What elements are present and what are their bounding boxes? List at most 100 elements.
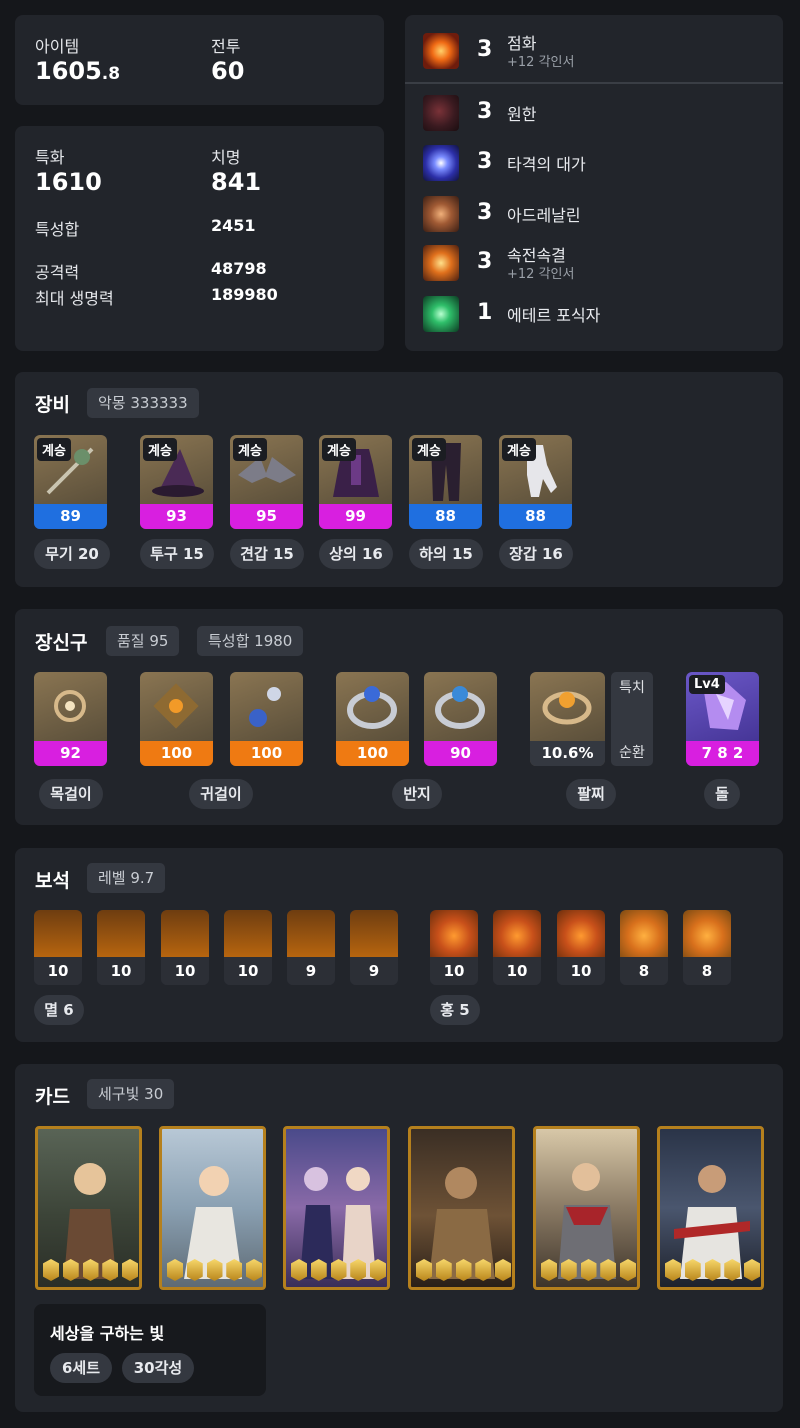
engraving-row: 3 아드레날린 xyxy=(405,192,783,236)
quality-bar: 92 xyxy=(34,741,107,766)
earring-icon xyxy=(230,672,303,741)
accessory-label-earring: 귀걸이 xyxy=(189,779,253,809)
quality-bar: 100 xyxy=(336,741,409,766)
gem-doom[interactable]: 10 xyxy=(97,910,145,985)
inherit-tag: 계승 xyxy=(322,438,356,461)
crimson-gem-icon xyxy=(493,910,541,957)
gem-doom[interactable]: 10 xyxy=(224,910,272,985)
combat-level-value: 60 xyxy=(211,57,245,85)
engraving-level: 3 xyxy=(477,149,493,174)
gem-crimson[interactable]: 8 xyxy=(620,910,668,985)
card-slot-5[interactable] xyxy=(533,1126,640,1290)
ability-stone[interactable]: Lv4 7 8 2 xyxy=(686,672,759,766)
gem-doom[interactable]: 9 xyxy=(287,910,335,985)
engraving-sub: +12 각인서 xyxy=(507,267,575,282)
equipment-label-chest: 상의 16 xyxy=(319,539,393,569)
equipment-shoulder[interactable]: 계승 95 xyxy=(230,435,303,529)
crimson-gem-icon xyxy=(557,910,605,957)
attack-value: 48798 xyxy=(211,259,267,278)
card-slot-1[interactable] xyxy=(35,1126,142,1290)
accessory-total-chip: 특성합 1980 xyxy=(197,626,304,656)
accessory-earring-2[interactable]: 100 xyxy=(230,672,303,766)
card-slot-6[interactable] xyxy=(657,1126,764,1290)
grudge-icon xyxy=(423,95,459,131)
bracelet-value: 10.6% xyxy=(530,741,605,766)
card-set-box: 세상을 구하는 빛 6세트 30각성 xyxy=(34,1304,266,1396)
engraving-row: 1 에테르 포식자 xyxy=(405,292,783,336)
accessory-quality-chip: 품질 95 xyxy=(106,626,180,656)
equipment-helmet[interactable]: 계승 93 xyxy=(140,435,213,529)
gem-level: 10 xyxy=(161,957,209,985)
gem-level: 8 xyxy=(683,957,731,985)
adrenaline-icon xyxy=(423,196,459,232)
engraving-level: 3 xyxy=(477,249,493,274)
gem-level: 9 xyxy=(350,957,398,985)
accessory-earring-1[interactable]: 100 xyxy=(140,672,213,766)
doom-gem-icon xyxy=(350,910,398,957)
engraving-sub: +12 각인서 xyxy=(507,55,575,70)
gem-crimson[interactable]: 8 xyxy=(683,910,731,985)
equipment-set-chip: 악몽 333333 xyxy=(87,388,199,418)
accessory-necklace[interactable]: 92 xyxy=(34,672,107,766)
equipment-pants[interactable]: 계승 88 xyxy=(409,435,482,529)
accessory-label-ring: 반지 xyxy=(392,779,442,809)
card-slot-4[interactable] xyxy=(408,1126,515,1290)
equipment-label-gloves: 장갑 16 xyxy=(499,539,573,569)
quality-bar: 100 xyxy=(140,741,213,766)
card-set-chip: 세구빛 30 xyxy=(87,1079,175,1109)
awakening-stars xyxy=(416,1259,511,1281)
stone-value: 7 8 2 xyxy=(686,741,759,766)
gem-crimson[interactable]: 10 xyxy=(430,910,478,985)
accessory-bracelet[interactable]: 10.6% xyxy=(530,672,605,766)
equipment-chest[interactable]: 계승 99 xyxy=(319,435,392,529)
gem-doom[interactable]: 10 xyxy=(161,910,209,985)
quality-bar: 93 xyxy=(140,504,213,529)
doom-gem-icon xyxy=(224,910,272,957)
earring-icon xyxy=(140,672,213,741)
gem-level: 10 xyxy=(224,957,272,985)
quality-bar: 89 xyxy=(34,504,107,529)
engraving-level: 3 xyxy=(477,99,493,124)
max-hp-label: 최대 생명력 xyxy=(35,289,114,308)
equipment-gloves[interactable]: 계승 88 xyxy=(499,435,572,529)
all-out-attack-icon xyxy=(423,245,459,281)
gems-title: 보석 xyxy=(35,870,70,892)
engraving-name: 원한 xyxy=(507,105,537,124)
accessory-ring-1[interactable]: 100 xyxy=(336,672,409,766)
crit-label: 치명 xyxy=(211,148,241,167)
max-hp-value: 189980 xyxy=(211,285,278,304)
necklace-icon xyxy=(34,672,107,741)
quality-bar: 99 xyxy=(319,504,392,529)
gem-level: 8 xyxy=(620,957,668,985)
spec-label: 특화 xyxy=(35,148,65,167)
bracelet-icon xyxy=(530,672,605,741)
quality-bar: 90 xyxy=(424,741,497,766)
accessory-ring-2[interactable]: 90 xyxy=(424,672,497,766)
equipment-panel: 장비 악몽 333333 계승 89 계승 93 계승 95 계승 99 계승 … xyxy=(15,372,783,587)
crimson-gem-count: 홍 5 xyxy=(430,995,480,1025)
gem-level: 9 xyxy=(287,957,335,985)
engraving-name: 타격의 대가 xyxy=(507,155,586,174)
card-slot-2[interactable] xyxy=(159,1126,266,1290)
doom-gem-icon xyxy=(34,910,82,957)
item-level-value: 1605.8 xyxy=(35,57,121,85)
ring-icon xyxy=(336,672,409,741)
accessories-panel: 장신구 품질 95 특성합 1980 92 100 100 100 90 10.… xyxy=(15,609,783,825)
inherit-tag: 계승 xyxy=(233,438,267,461)
attack-label: 공격력 xyxy=(35,263,80,282)
equipment-label-pants: 하의 15 xyxy=(409,539,483,569)
card-slot-3[interactable] xyxy=(283,1126,390,1290)
gem-crimson[interactable]: 10 xyxy=(557,910,605,985)
inherit-tag: 계승 xyxy=(37,438,71,461)
accessories-title: 장신구 xyxy=(35,632,88,654)
awakening-stars xyxy=(665,1259,760,1281)
gem-doom[interactable]: 10 xyxy=(34,910,82,985)
engraving-divider xyxy=(405,82,783,84)
gem-crimson[interactable]: 10 xyxy=(493,910,541,985)
awakening-stars xyxy=(167,1259,262,1281)
gem-level: 10 xyxy=(34,957,82,985)
crimson-gem-icon xyxy=(430,910,478,957)
equipment-weapon[interactable]: 계승 89 xyxy=(34,435,107,529)
gem-doom[interactable]: 9 xyxy=(350,910,398,985)
awakening-stars xyxy=(43,1259,138,1281)
